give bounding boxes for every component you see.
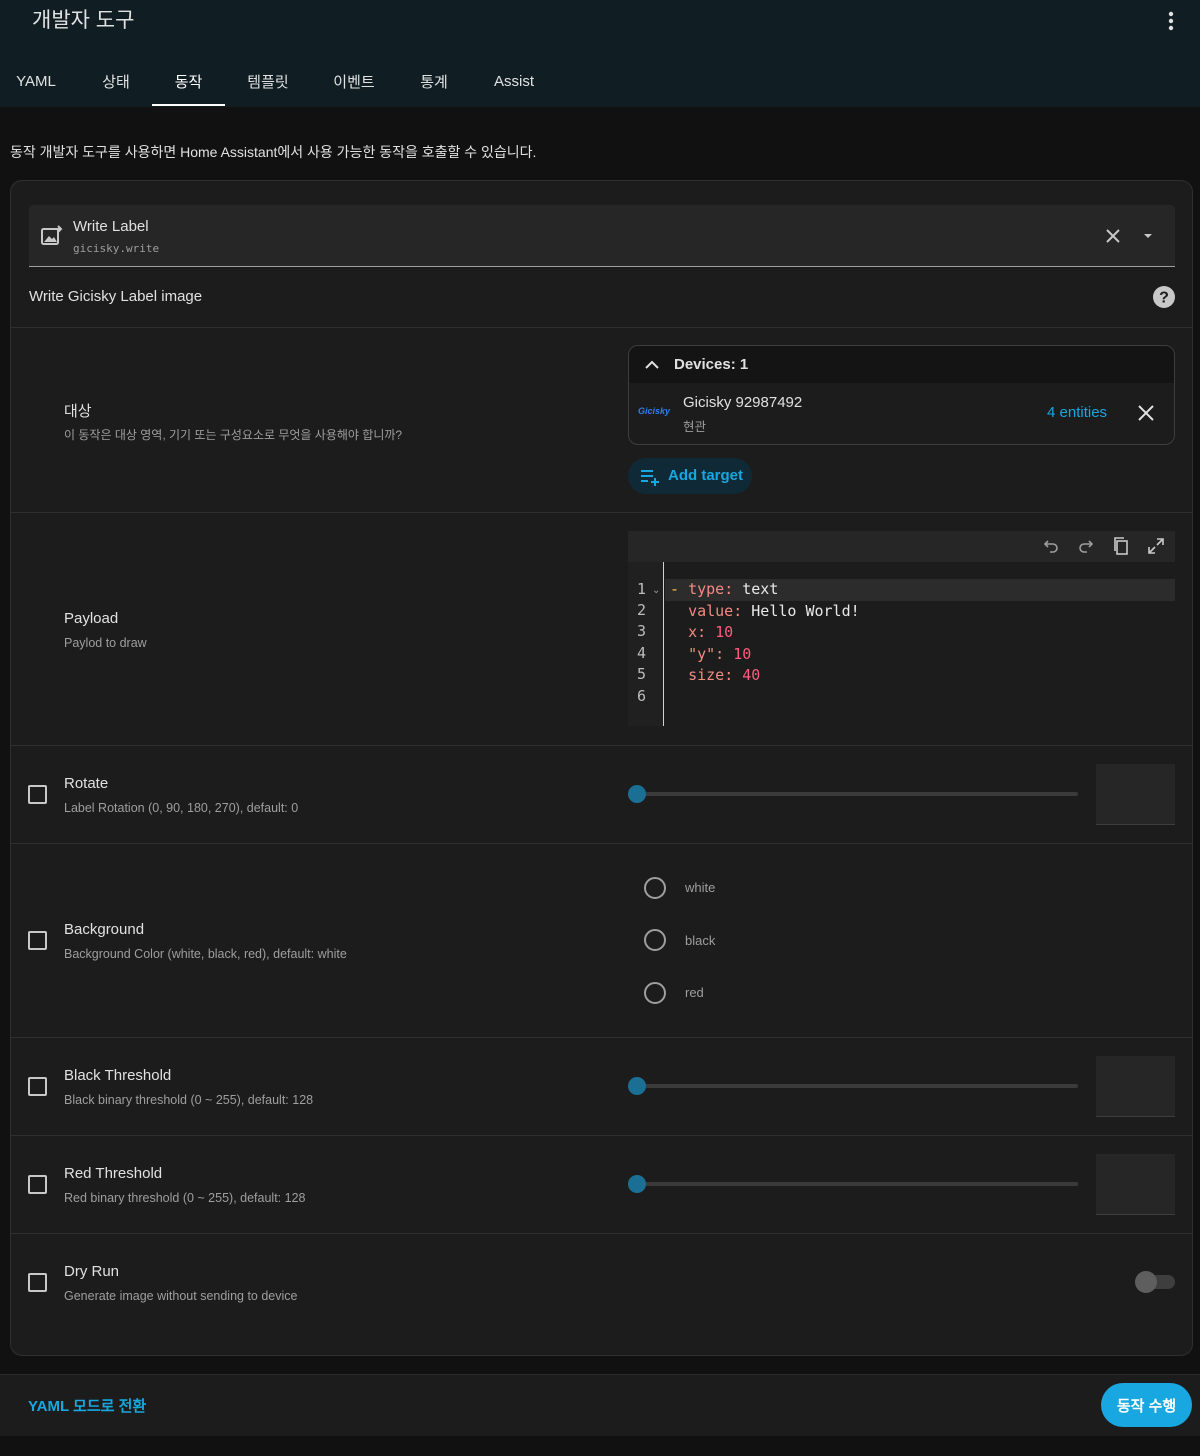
- line-number: 2: [637, 601, 647, 619]
- switch-yaml-mode-link[interactable]: YAML 모드로 전환: [28, 1395, 146, 1416]
- radio-white[interactable]: [644, 877, 666, 899]
- overflow-menu-button[interactable]: [1156, 6, 1186, 36]
- devices-count-label: Devices: 1: [674, 356, 749, 373]
- code-line: - type: text: [670, 580, 779, 598]
- code-line: "y": 10: [688, 645, 752, 663]
- target-description: 이 동작은 대상 영역, 기기 또는 구성요소로 무엇을 사용해야 합니까?: [64, 428, 403, 442]
- rotate-label: Rotate: [64, 775, 109, 792]
- radio-label-white: white: [685, 880, 716, 895]
- black-threshold-checkbox[interactable]: [28, 1077, 47, 1096]
- line-number: 3: [637, 622, 647, 640]
- background-description: Background Color (white, black, red), de…: [64, 947, 347, 961]
- black-threshold-slider-track[interactable]: [637, 1084, 1078, 1088]
- divider: [11, 843, 1192, 844]
- divider: [11, 1135, 1192, 1136]
- action-service-id: gicisky.write: [73, 242, 160, 255]
- radio-black[interactable]: [644, 929, 666, 951]
- background-label: Background: [64, 921, 145, 938]
- tab-assist[interactable]: Assist: [478, 56, 550, 106]
- line-number: 6: [637, 687, 647, 705]
- page-description: 동작 개발자 도구를 사용하면 Home Assistant에서 사용 가능한 …: [10, 144, 537, 160]
- image-edit-icon: [41, 225, 63, 245]
- action-name: Write Label: [73, 218, 149, 235]
- background-checkbox[interactable]: [28, 931, 47, 950]
- dots-vertical-icon: [1168, 11, 1174, 31]
- divider: [11, 745, 1192, 746]
- dry-run-description: Generate image without sending to device: [64, 1289, 298, 1303]
- black-threshold-description: Black binary threshold (0 ~ 255), defaul…: [64, 1093, 314, 1107]
- target-label: 대상: [64, 403, 92, 420]
- svg-text:?: ?: [1159, 290, 1169, 307]
- undo-icon[interactable]: [1041, 536, 1061, 556]
- tab-actions[interactable]: 동작: [152, 56, 225, 106]
- perform-action-button[interactable]: 동작 수행: [1101, 1383, 1192, 1427]
- tab-yaml[interactable]: YAML: [0, 56, 72, 106]
- fold-chevron-icon[interactable]: ⌄: [652, 585, 660, 596]
- action-picker[interactable]: [29, 205, 1175, 267]
- code-line: x: 10: [688, 623, 734, 641]
- black-threshold-label: Black Threshold: [64, 1067, 172, 1084]
- rotate-slider-track[interactable]: [637, 792, 1078, 796]
- entities-link[interactable]: 4 entities: [1047, 404, 1107, 421]
- line-number: 4: [637, 644, 647, 662]
- code-line: size: 40: [688, 666, 761, 684]
- divider: [11, 512, 1192, 513]
- rotate-slider-handle[interactable]: [628, 785, 646, 803]
- rotate-description: Label Rotation (0, 90, 180, 270), defaul…: [64, 801, 299, 815]
- tab-statistics[interactable]: 통계: [398, 56, 470, 106]
- action-description: Write Gicisky Label image: [29, 288, 203, 305]
- bottom-action-bar: [0, 1374, 1200, 1436]
- divider: [11, 1037, 1192, 1038]
- red-threshold-number-input[interactable]: [1096, 1154, 1175, 1215]
- page-title: 개발자 도구: [32, 9, 135, 32]
- help-circle-icon[interactable]: ?: [1152, 285, 1176, 309]
- radio-label-black: black: [685, 933, 716, 948]
- payload-description: Paylod to draw: [64, 636, 147, 650]
- dry-run-checkbox[interactable]: [28, 1273, 47, 1292]
- add-target-label: Add target: [668, 467, 743, 484]
- line-number: 1: [637, 580, 647, 598]
- tab-events[interactable]: 이벤트: [318, 56, 390, 106]
- code-line: value: Hello World!: [688, 602, 860, 620]
- divider: [11, 1233, 1192, 1234]
- red-threshold-slider-handle[interactable]: [628, 1175, 646, 1193]
- red-threshold-description: Red binary threshold (0 ~ 255), default:…: [64, 1191, 306, 1205]
- dry-run-label: Dry Run: [64, 1263, 120, 1280]
- rotate-checkbox[interactable]: [28, 785, 47, 804]
- red-threshold-checkbox[interactable]: [28, 1175, 47, 1194]
- playlist-plus-icon: [641, 470, 659, 486]
- radio-label-red: red: [685, 985, 704, 1000]
- active-tab-indicator: [152, 104, 225, 106]
- rotate-number-input[interactable]: [1096, 764, 1175, 825]
- red-threshold-slider-track[interactable]: [637, 1182, 1078, 1186]
- black-threshold-slider-handle[interactable]: [628, 1077, 646, 1095]
- device-area: 현관: [683, 420, 707, 434]
- tab-states[interactable]: 상태: [80, 56, 152, 106]
- menu-down-icon[interactable]: [1140, 228, 1156, 244]
- dry-run-toggle-knob[interactable]: [1135, 1271, 1157, 1293]
- device-name: Gicisky 92987492: [683, 394, 803, 411]
- tab-templates[interactable]: 템플릿: [232, 56, 304, 106]
- divider: [11, 327, 1192, 328]
- black-threshold-number-input[interactable]: [1096, 1056, 1175, 1117]
- close-icon[interactable]: [1101, 224, 1125, 248]
- payload-label: Payload: [64, 610, 119, 627]
- device-logo: Gicisky: [638, 406, 671, 416]
- chevron-up-icon[interactable]: [642, 357, 662, 373]
- redo-icon[interactable]: [1076, 536, 1096, 556]
- copy-icon[interactable]: [1111, 536, 1131, 556]
- fullscreen-icon[interactable]: [1146, 536, 1166, 556]
- radio-red[interactable]: [644, 982, 666, 1004]
- line-number: 5: [637, 665, 647, 683]
- close-icon[interactable]: [1135, 402, 1157, 424]
- red-threshold-label: Red Threshold: [64, 1165, 163, 1182]
